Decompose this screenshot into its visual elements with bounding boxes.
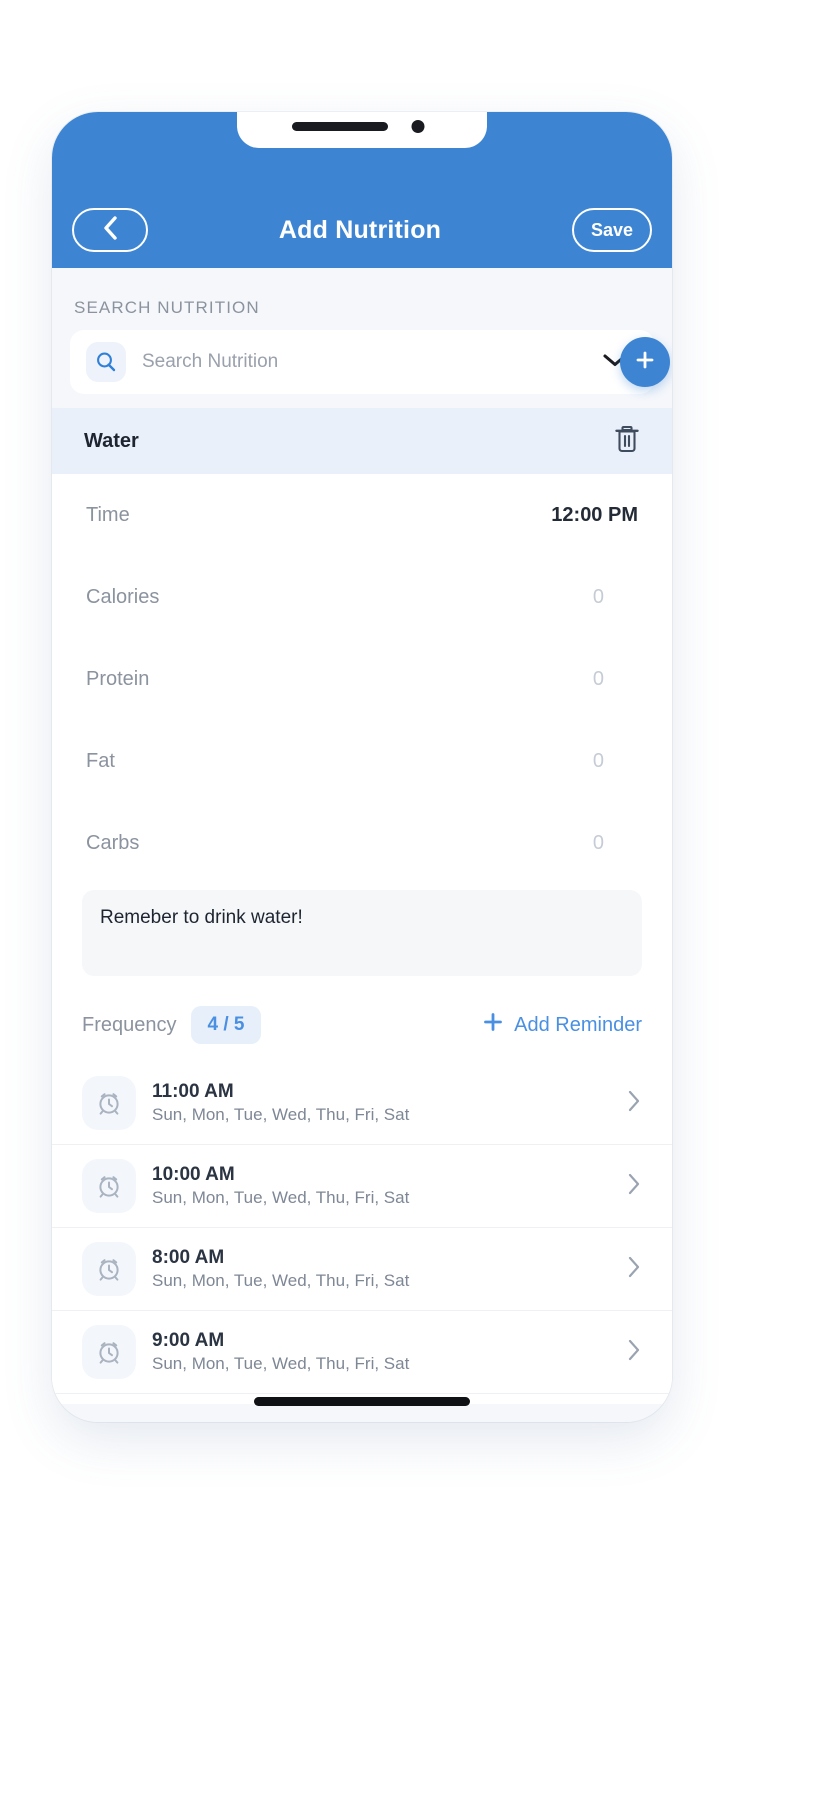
field-row-time[interactable]: Time 12:00 PM <box>52 474 672 556</box>
home-indicator <box>254 1397 470 1406</box>
list-item[interactable]: 11:00 AM Sun, Mon, Tue, Wed, Thu, Fri, S… <box>52 1062 672 1145</box>
reminder-time: 10:00 AM <box>152 1164 235 1186</box>
plus-icon <box>634 349 656 376</box>
notes-field[interactable]: Remeber to drink water! <box>82 890 642 976</box>
frequency-badge[interactable]: 4 / 5 <box>190 1006 262 1044</box>
navigation-bar: Add Nutrition Save <box>52 202 672 258</box>
alarm-clock-icon <box>82 1076 136 1130</box>
phone-frame: Add Nutrition Save SEARCH NUTRITION Sear… <box>52 112 672 1422</box>
reminder-text: 9:00 AM Sun, Mon, Tue, Wed, Thu, Fri, Sa… <box>152 1329 626 1375</box>
reminder-text: 11:00 AM Sun, Mon, Tue, Wed, Thu, Fri, S… <box>152 1080 626 1126</box>
nutrition-fields-card: Time 12:00 PM Calories 0 Protein 0 Fat 0… <box>52 474 672 1404</box>
field-label: Fat <box>86 749 115 772</box>
alarm-clock-icon <box>82 1325 136 1379</box>
trash-icon[interactable] <box>612 423 642 460</box>
selected-nutrition-row[interactable]: Water <box>52 408 672 474</box>
field-value[interactable]: 0 <box>593 832 604 855</box>
chevron-right-icon[interactable] <box>626 1171 642 1202</box>
nutrition-item-name: Water <box>84 429 139 452</box>
add-nutrition-button[interactable] <box>620 337 670 387</box>
field-value[interactable]: 0 <box>593 750 604 773</box>
reminder-days: Sun, Mon, Tue, Wed, Thu, Fri, Sat <box>152 1353 410 1373</box>
search-icon[interactable] <box>86 342 126 382</box>
reminder-time: 8:00 AM <box>152 1247 225 1269</box>
chevron-right-icon[interactable] <box>626 1088 642 1119</box>
plus-icon <box>482 1011 504 1039</box>
frequency-label: Frequency <box>82 1013 177 1036</box>
app-header: Add Nutrition Save <box>52 112 672 268</box>
chevron-right-icon[interactable] <box>626 1254 642 1285</box>
search-bar <box>70 330 670 394</box>
field-row-fat[interactable]: Fat 0 <box>52 720 672 802</box>
device-notch <box>237 112 487 148</box>
field-label: Protein <box>86 667 150 690</box>
field-label: Calories <box>86 585 160 608</box>
field-value[interactable]: 0 <box>593 668 604 691</box>
search-input[interactable] <box>140 350 602 374</box>
reminder-time: 11:00 AM <box>152 1081 234 1103</box>
add-reminder-button[interactable]: Add Reminder <box>482 1011 642 1039</box>
front-camera <box>411 120 425 133</box>
frequency-group: Frequency 4 / 5 <box>82 1006 262 1044</box>
list-item[interactable]: 9:00 AM Sun, Mon, Tue, Wed, Thu, Fri, Sa… <box>52 1311 672 1394</box>
list-item[interactable]: 10:00 AM Sun, Mon, Tue, Wed, Thu, Fri, S… <box>52 1145 672 1228</box>
field-row-protein[interactable]: Protein 0 <box>52 638 672 720</box>
reminder-text: 10:00 AM Sun, Mon, Tue, Wed, Thu, Fri, S… <box>152 1163 626 1209</box>
reminders-list: 11:00 AM Sun, Mon, Tue, Wed, Thu, Fri, S… <box>52 1062 672 1394</box>
reminder-days: Sun, Mon, Tue, Wed, Thu, Fri, Sat <box>152 1104 410 1124</box>
add-reminder-label: Add Reminder <box>514 1013 642 1036</box>
field-row-calories[interactable]: Calories 0 <box>52 556 672 638</box>
alarm-clock-icon <box>82 1159 136 1213</box>
content-area: SEARCH NUTRITION Search Nutrition Water … <box>52 268 672 1422</box>
reminder-days: Sun, Mon, Tue, Wed, Thu, Fri, Sat <box>152 1187 410 1207</box>
chevron-right-icon[interactable] <box>626 1337 642 1368</box>
back-button[interactable] <box>72 208 148 252</box>
save-button[interactable]: Save <box>572 208 652 252</box>
field-row-carbs[interactable]: Carbs 0 <box>52 802 672 884</box>
list-item[interactable]: 8:00 AM Sun, Mon, Tue, Wed, Thu, Fri, Sa… <box>52 1228 672 1311</box>
frequency-row: Frequency 4 / 5 Add Reminder <box>82 1006 642 1044</box>
field-value[interactable]: 0 <box>593 586 604 609</box>
chevron-left-icon <box>102 215 119 246</box>
field-label: Time <box>86 503 130 526</box>
page-title: Add Nutrition <box>278 215 442 244</box>
field-label: Carbs <box>86 831 140 854</box>
field-value: 12:00 PM <box>551 503 638 526</box>
reminder-days: Sun, Mon, Tue, Wed, Thu, Fri, Sat <box>152 1270 410 1290</box>
reminder-time: 9:00 AM <box>152 1330 225 1352</box>
search-section-label: SEARCH NUTRITION <box>74 298 260 317</box>
alarm-clock-icon <box>82 1242 136 1296</box>
reminder-text: 8:00 AM Sun, Mon, Tue, Wed, Thu, Fri, Sa… <box>152 1246 626 1292</box>
earpiece-speaker <box>292 122 388 131</box>
